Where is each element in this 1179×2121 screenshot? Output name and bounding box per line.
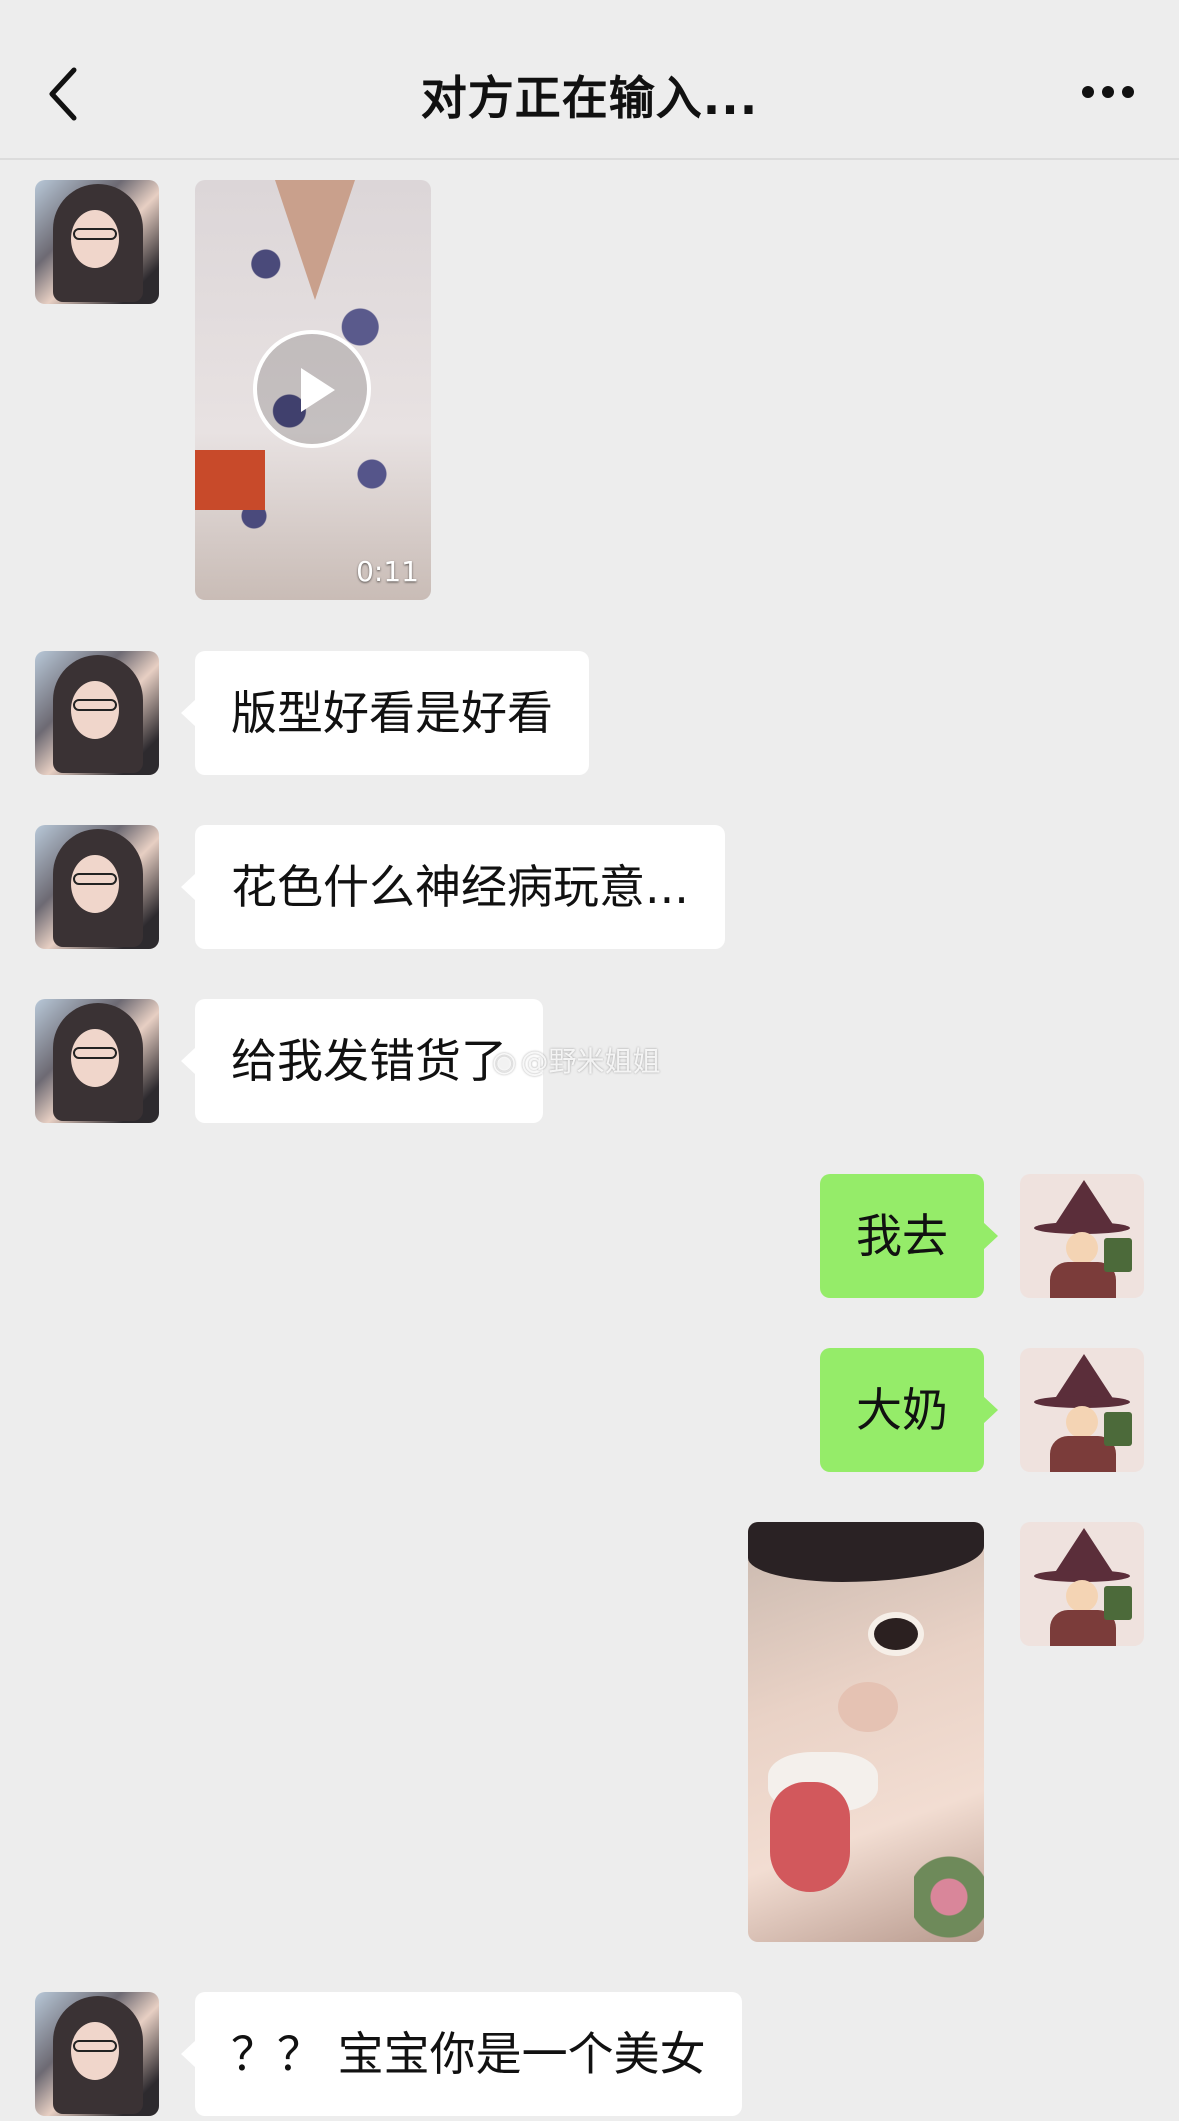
chat-title: 对方正在输入... <box>420 71 759 125</box>
incoming-message-bubble[interactable]: 给我发错货了 <box>181 999 543 1123</box>
more-dots-icon[interactable] <box>1081 84 1135 100</box>
navigation-bar: 对方正在输入... <box>0 0 1179 160</box>
my-avatar[interactable] <box>1020 1348 1144 1472</box>
watermark: ◉ @野米姐姐 <box>492 1040 660 1080</box>
contact-avatar[interactable] <box>35 180 159 304</box>
my-avatar[interactable] <box>1020 1174 1144 1298</box>
incoming-message-bubble[interactable]: 花色什么神经病玩意... <box>181 825 725 949</box>
image-message[interactable] <box>748 1522 984 1942</box>
outgoing-message-bubble[interactable]: 大奶 <box>820 1348 998 1472</box>
incoming-message-bubble[interactable]: ？？ 宝宝你是一个美女 <box>181 1992 742 2116</box>
video-message[interactable]: 0:11 <box>195 180 431 600</box>
my-avatar[interactable] <box>1020 1522 1144 1646</box>
contact-avatar[interactable] <box>35 651 159 775</box>
play-icon[interactable] <box>253 330 371 448</box>
incoming-message-bubble[interactable]: 版型好看是好看 <box>181 651 589 775</box>
video-duration: 0:11 <box>356 555 419 588</box>
watermark-text: @野米姐姐 <box>520 1045 661 1078</box>
contact-avatar[interactable] <box>35 1992 159 2116</box>
contact-avatar[interactable] <box>35 825 159 949</box>
weibo-icon: ◉ <box>492 1045 517 1078</box>
contact-avatar[interactable] <box>35 999 159 1123</box>
outgoing-message-bubble[interactable]: 我去 <box>820 1174 998 1298</box>
